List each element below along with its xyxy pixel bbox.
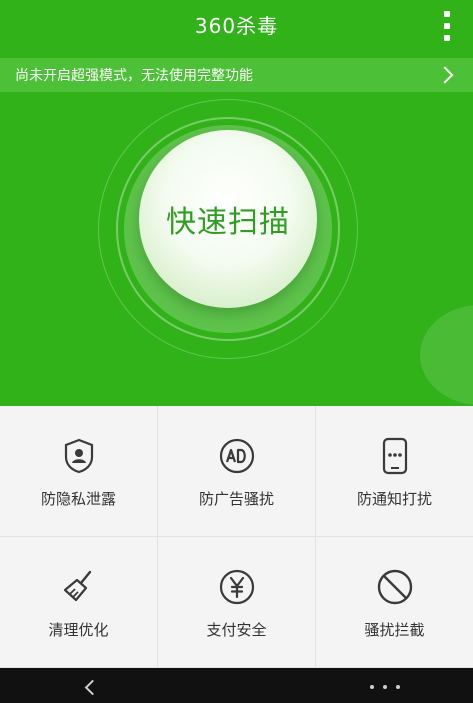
back-chevron-icon — [84, 679, 100, 695]
decorative-bubble — [420, 305, 473, 405]
phone-notification-icon — [375, 436, 415, 476]
feature-grid: 防隐私泄露 防广告骚扰 防通知打扰 清理优化 支付安全 骚扰拦截 — [0, 406, 473, 668]
feature-label: 防通知打扰 — [356, 490, 432, 508]
feature-label: 骚扰拦截 — [364, 621, 425, 639]
feature-label: 支付安全 — [206, 621, 267, 639]
more-vertical-icon[interactable] — [437, 11, 457, 41]
quick-scan-button[interactable]: 快速扫描 — [139, 130, 317, 308]
notice-text: 尚未开启超强模式，无法使用完整功能 — [15, 68, 253, 84]
scan-panel: 360杀毒 尚未开启超强模式，无法使用完整功能 快速扫描 — [0, 0, 473, 406]
yen-circle-icon — [217, 567, 257, 607]
super-mode-notice[interactable]: 尚未开启超强模式，无法使用完整功能 — [0, 58, 473, 92]
feature-cleanup[interactable]: 清理优化 — [0, 537, 158, 668]
shield-user-icon — [59, 436, 99, 476]
block-circle-icon — [375, 567, 415, 607]
ad-circle-icon — [217, 436, 257, 476]
feature-payment-security[interactable]: 支付安全 — [158, 537, 316, 668]
feature-label: 防隐私泄露 — [40, 490, 116, 508]
feature-label: 防广告骚扰 — [198, 490, 274, 508]
feature-ad-blocking[interactable]: 防广告骚扰 — [158, 406, 316, 537]
back-button[interactable] — [80, 676, 104, 698]
feature-notification-blocking[interactable]: 防通知打扰 — [316, 406, 473, 537]
feature-label: 清理优化 — [48, 621, 109, 639]
more-dots-icon[interactable] — [370, 680, 400, 694]
title-bar: 360杀毒 — [0, 0, 473, 52]
app-title: 360杀毒 — [194, 14, 279, 38]
feature-privacy-protection[interactable]: 防隐私泄露 — [0, 406, 158, 537]
feature-harassment-blocking[interactable]: 骚扰拦截 — [316, 537, 473, 668]
broom-icon — [59, 567, 99, 607]
system-navbar — [0, 668, 473, 703]
quick-scan-label: 快速扫描 — [166, 205, 290, 240]
chevron-right-icon — [436, 66, 454, 84]
